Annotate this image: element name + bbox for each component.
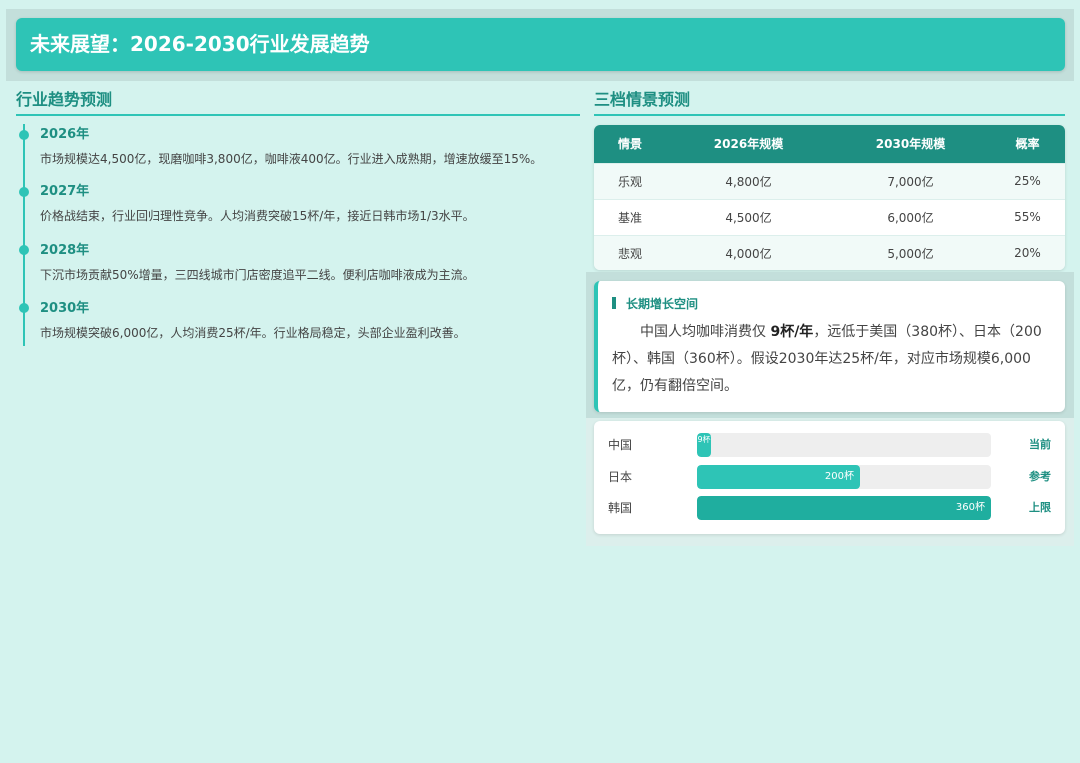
table-cell: 悲观 [617, 246, 642, 261]
table-cell: 4,000亿 [725, 246, 772, 261]
note-body-highlight: 9杯/年 [770, 324, 814, 340]
timeline-text: 市场规模达4,500亿，现磨咖啡3,800亿，咖啡液400亿。行业进入成熟期，增… [40, 152, 543, 166]
timeline-year: 2028年 [40, 243, 90, 258]
consumption-comparison-card: 中国 9杯 当前 日本 200杯 参考 韩国 360杯 上限 [594, 421, 1065, 534]
timeline-item-2027: 2027年 价格战结束，行业回归理性竞争。人均消费突破15杯/年，接近日韩市场1… [40, 182, 475, 225]
page-title: 未来展望：2026-2030行业发展趋势 [16, 18, 1065, 71]
column-header: 2026年规模 [713, 137, 784, 152]
table-row: 乐观 4,800亿 7,000亿 25% [594, 163, 1065, 199]
timeline-dot [19, 245, 29, 255]
bar-row-korea: 韩国 360杯 上限 [608, 496, 1051, 520]
table-cell: 20% [1014, 246, 1041, 261]
bar-row-japan: 日本 200杯 参考 [608, 465, 1051, 489]
table-cell: 6,000亿 [887, 210, 934, 225]
timeline-year: 2027年 [40, 184, 90, 199]
timeline-text: 市场规模突破6,000亿，人均消费25杯/年。行业格局稳定，头部企业盈利改善。 [40, 326, 466, 340]
bar-tag: 参考 [1029, 470, 1051, 483]
timeline-dot [19, 303, 29, 313]
growth-note-card: 长期增长空间 中国人均咖啡消费仅 9杯/年，远低于美国（380杯）、日本（200… [594, 281, 1065, 412]
scenario-title: 三档情景预测 [594, 90, 691, 109]
column-header: 概率 [1015, 137, 1040, 152]
bar-track: 200杯 [697, 465, 991, 489]
timeline-year: 2026年 [40, 127, 90, 142]
bar-row-china: 中国 9杯 当前 [608, 433, 1051, 457]
table-cell: 4,500亿 [725, 210, 772, 225]
table-cell: 7,000亿 [887, 174, 934, 189]
note-title: 长期增长空间 [612, 295, 698, 312]
table-header-row: 情景 2026年规模 2030年规模 概率 [594, 125, 1065, 163]
timeline-title-underline [16, 114, 580, 116]
bar-track: 9杯 [697, 433, 991, 457]
scenario-table: 情景 2026年规模 2030年规模 概率 乐观 4,800亿 7,000亿 2… [594, 125, 1065, 270]
note-body-text: 中国人均咖啡消费仅 [640, 324, 771, 340]
column-header: 情景 [617, 137, 642, 152]
bar-tag: 当前 [1029, 438, 1051, 451]
column-header: 2030年规模 [875, 137, 946, 152]
bar-fill: 360杯 [697, 496, 991, 520]
header-band: 未来展望：2026-2030行业发展趋势 [6, 9, 1074, 81]
table-cell: 5,000亿 [887, 246, 934, 261]
table-row: 悲观 4,000亿 5,000亿 20% [594, 235, 1065, 270]
bar-label: 韩国 [608, 501, 633, 515]
table-cell: 基准 [617, 210, 642, 225]
bar-label: 中国 [608, 438, 633, 452]
bar-fill: 200杯 [697, 465, 860, 489]
bar-fill: 9杯 [697, 433, 711, 457]
table-row: 基准 4,500亿 6,000亿 55% [594, 199, 1065, 235]
bar-tag: 上限 [1029, 501, 1051, 514]
timeline-year: 2030年 [40, 301, 90, 316]
bar-track: 360杯 [697, 496, 991, 520]
timeline-item-2028: 2028年 下沉市场贡献50%增量，三四线城市门店密度追平二线。便利店咖啡液成为… [40, 241, 475, 284]
table-cell: 55% [1014, 210, 1041, 224]
bar-label: 日本 [608, 470, 633, 484]
timeline-dot [19, 187, 29, 197]
timeline-item-2026: 2026年 市场规模达4,500亿，现磨咖啡3,800亿，咖啡液400亿。行业进… [40, 125, 542, 168]
table-cell: 乐观 [617, 174, 642, 189]
note-body: 中国人均咖啡消费仅 9杯/年，远低于美国（380杯）、日本（200杯）、韩国（3… [612, 319, 1057, 400]
timeline-title: 行业趋势预测 [16, 90, 113, 109]
scenario-title-underline [594, 114, 1065, 116]
timeline-text: 价格战结束，行业回归理性竞争。人均消费突破15杯/年，接近日韩市场1/3水平。 [40, 209, 475, 223]
timeline-dot [19, 130, 29, 140]
timeline-text: 下沉市场贡献50%增量，三四线城市门店密度追平二线。便利店咖啡液成为主流。 [40, 268, 475, 282]
table-cell: 4,800亿 [725, 174, 772, 189]
timeline-item-2030: 2030年 市场规模突破6,000亿，人均消费25杯/年。行业格局稳定，头部企业… [40, 299, 466, 342]
table-cell: 25% [1014, 174, 1041, 188]
